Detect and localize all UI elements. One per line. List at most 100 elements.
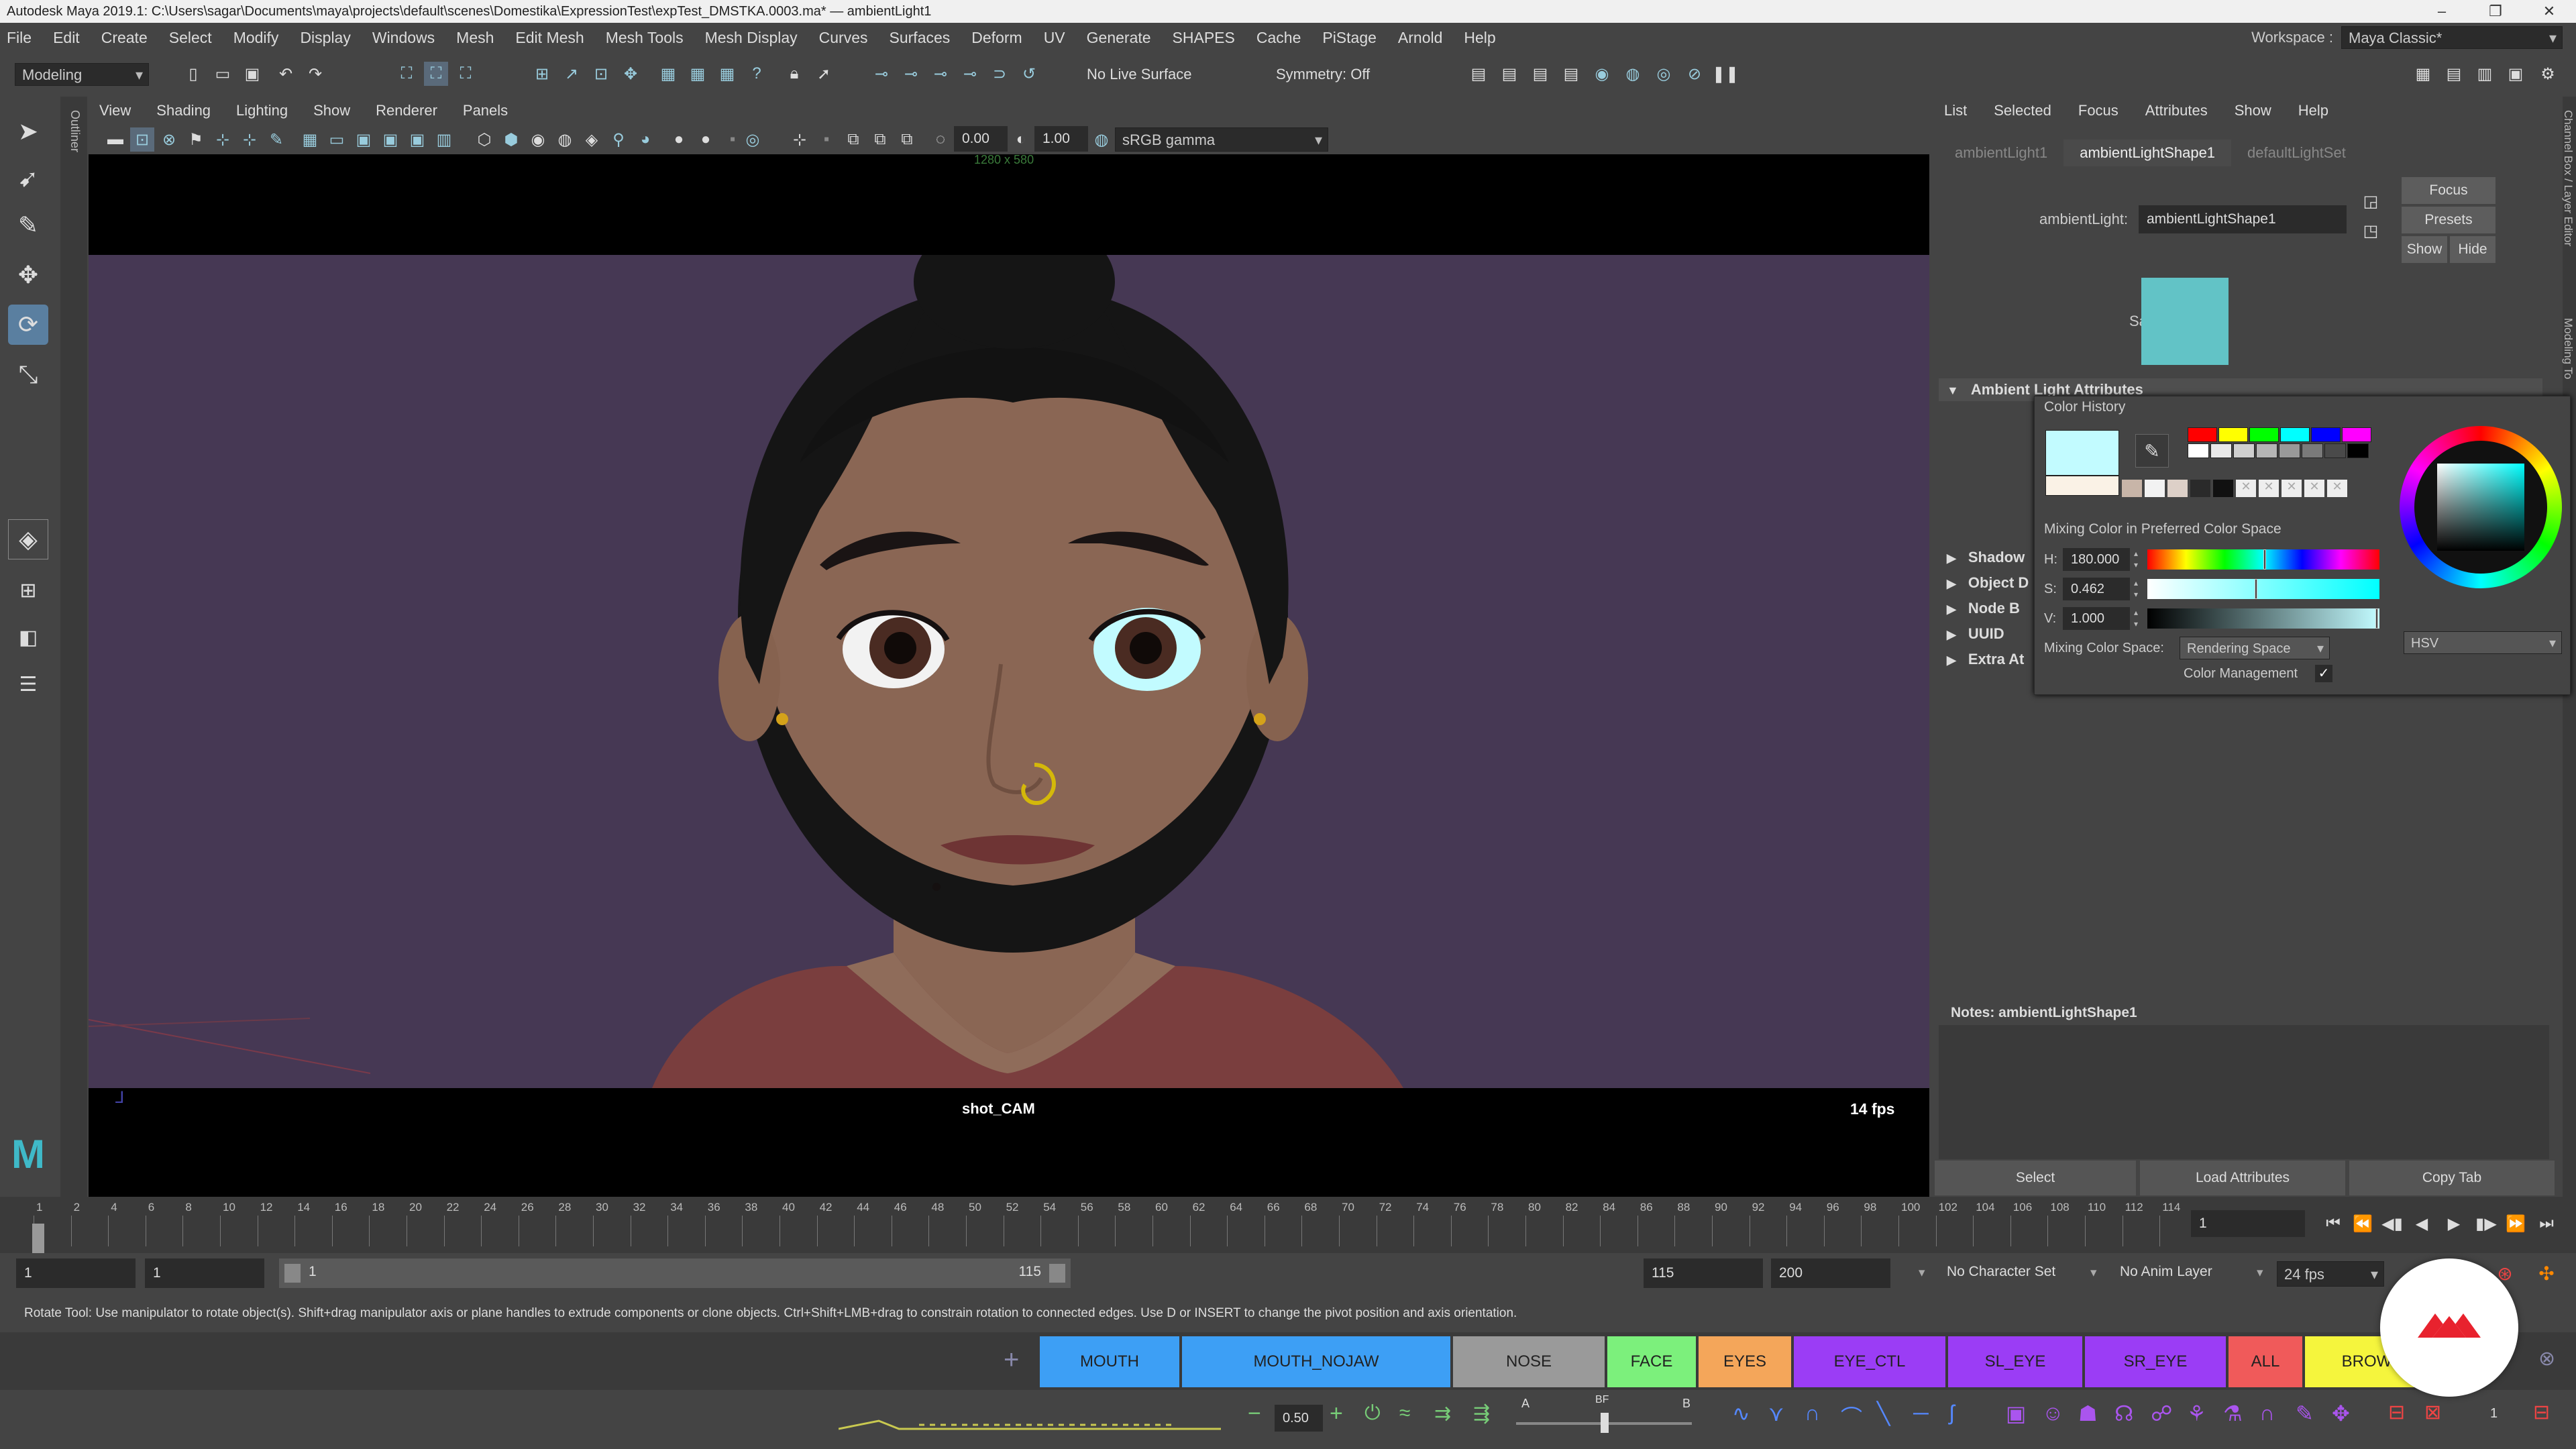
ambient-occlusion-icon[interactable]: ◕ [633,127,657,152]
play-backwards-icon[interactable]: ◀ [2410,1212,2434,1236]
rig-tool-icon-8[interactable]: ∩ [2259,1401,2275,1426]
rig-tool-icon-3[interactable]: ☗ [2078,1401,2098,1426]
history-swatch[interactable] [2190,480,2210,497]
layout-icon-1[interactable]: ▦ [2411,62,2435,86]
focus-output-icon[interactable]: ◳ [2359,219,2383,243]
render-view-icon[interactable]: ▤ [1497,62,1521,86]
scene-start-field[interactable]: 1 [16,1258,136,1288]
time-slider[interactable]: 1 2 4 6 8 10 12 14 16 18 20 22 24 26 28 30 32 34 36 38 40 42 4… [0,1197,2576,1253]
vp-menu-renderer[interactable]: Renderer [376,102,437,119]
vp-menu-panels[interactable]: Panels [463,102,508,119]
history-swatch[interactable] [2324,443,2346,458]
rig-tool-icon-4[interactable]: ☊ [2114,1401,2133,1426]
rig-tool-icon-6[interactable]: ⚘ [2187,1401,2206,1426]
vp-menu-lighting[interactable]: Lighting [236,102,288,119]
snap-vertex-icon[interactable]: ▦ [715,62,739,86]
symmetry-label[interactable]: Symmetry: Off [1276,66,1370,83]
curve-tool-icon-2[interactable]: ⋎ [1768,1401,1784,1426]
live-surface-label[interactable]: No Live Surface [1087,66,1192,83]
pick-icon[interactable]: ➚ [812,62,836,86]
plus-icon[interactable]: + [1330,1401,1343,1427]
resolution-gate-icon[interactable]: ▭ [325,127,349,152]
workspace-dropdown[interactable]: Maya Classic* [2341,26,2563,50]
hue-wheel[interactable] [2400,426,2562,588]
graph-curves-icon[interactable] [839,1407,1221,1434]
empty-swatch[interactable]: ✕ [2304,480,2324,497]
blend-slider[interactable] [1516,1413,1692,1433]
go-to-end-icon[interactable]: ⏭ [2534,1212,2559,1236]
menu-file[interactable]: File [7,29,32,47]
exposure-field[interactable]: 0.00 [954,126,1008,152]
history-swatch[interactable] [2210,443,2232,458]
safe-action-icon[interactable]: ▣ [405,127,429,152]
rig-tool-icon-10[interactable]: ✥ [2332,1401,2350,1426]
record-icon-1[interactable]: ⊟ [2388,1401,2405,1424]
s-field[interactable]: 0.462 [2063,578,2130,600]
current-time-marker[interactable] [32,1224,44,1253]
empty-swatch[interactable]: ✕ [2282,480,2302,497]
menu-modify[interactable]: Modify [233,29,279,47]
hide-button[interactable]: Hide [2450,236,2496,263]
shelf-button-face[interactable]: FACE [1607,1336,1696,1387]
select-component-icon[interactable]: ⛶ [453,62,478,86]
bake-icon[interactable]: ⇶ [1473,1402,1490,1426]
menu-display[interactable]: Display [300,29,350,47]
history-swatch[interactable] [2347,443,2369,458]
snap-point-icon[interactable]: ⊡ [589,62,613,86]
vp-menu-show[interactable]: Show [313,102,350,119]
channel-box-tab-label[interactable]: Channel Box / Layer Editor [2561,110,2575,246]
range-start-handle[interactable] [284,1264,301,1283]
menu-mesh[interactable]: Mesh [456,29,494,47]
curve-tool-icon-1[interactable]: ∿ [1732,1401,1750,1426]
menu-curves[interactable]: Curves [819,29,868,47]
step-back-key-icon[interactable]: ⏪ [2351,1212,2375,1236]
select-tool-icon[interactable]: ➤ [8,111,48,152]
arnold-render-icon[interactable]: ◎ [1652,62,1676,86]
play-forwards-icon[interactable]: ▶ [2442,1212,2466,1236]
history-swatch[interactable] [2302,443,2323,458]
move-tool-icon[interactable]: ✥ [8,255,48,295]
playback-end-field[interactable]: 115 [1644,1258,1763,1288]
history-swatch[interactable] [2188,443,2209,458]
menu-mesh-display[interactable]: Mesh Display [705,29,798,47]
record-icon-3[interactable]: ⊟ [2533,1401,2550,1424]
flatten-icon[interactable]: ⇉ [1434,1402,1451,1426]
curve-tool-icon-3[interactable]: ∩ [1805,1401,1820,1426]
undo-icon[interactable]: ↶ [274,62,298,86]
eyedropper-icon[interactable]: ✎ [2135,434,2169,468]
settings-icon[interactable]: ⚙ [2536,62,2560,86]
history-swatch[interactable] [2342,427,2371,442]
isolate-select-icon[interactable]: ◎ [741,127,765,152]
shelf-button-mouth-nojaw[interactable]: MOUTH_NOJAW [1182,1336,1450,1387]
menu-mesh-tools[interactable]: Mesh Tools [606,29,684,47]
history-swatch[interactable] [2233,443,2255,458]
magnet-icon[interactable]: ⊃ [987,62,1012,86]
xray-joints-icon[interactable]: ▪ [814,127,839,152]
menuset-dropdown[interactable]: Modeling [15,63,149,87]
history-swatch[interactable] [2213,480,2233,497]
history-swatch[interactable] [2249,427,2279,442]
vp-menu-view[interactable]: View [99,102,131,119]
open-scene-icon[interactable]: ▭ [211,62,235,86]
history-icon[interactable]: ⊸ [869,62,894,86]
menu-cache[interactable]: Cache [1256,29,1301,47]
color-management-checkbox[interactable]: ✓ [2315,665,2332,682]
select-object-icon[interactable]: ⛶ [424,62,448,86]
record-icon-2[interactable]: ⊠ [2424,1401,2441,1424]
range-end-handle[interactable] [1049,1264,1065,1283]
power-icon[interactable]: ⏻ [1364,1402,1381,1425]
outliner-layout-icon[interactable]: ☰ [8,664,48,704]
load-attributes-button[interactable]: Load Attributes [2140,1161,2345,1195]
history-swatch[interactable] [2280,427,2310,442]
use-all-lights-icon[interactable]: ◈ [580,127,604,152]
playback-start-field[interactable]: 1 [145,1258,264,1288]
snap-view-icon[interactable]: ✥ [619,62,643,86]
shadows-icon[interactable]: ⚲ [606,127,631,152]
anti-aliasing-icon[interactable]: ● [694,127,718,152]
snap-help-icon[interactable]: ? [745,62,769,86]
curve-tool-icon-5[interactable]: ╲ [1877,1401,1890,1426]
rig-tool-icon-1[interactable]: ▣ [2006,1401,2026,1426]
gamma-icon[interactable]: ◐ [1009,127,1033,152]
character-set-label[interactable]: No Character Set [1947,1264,2055,1280]
go-to-start-icon[interactable]: ⏮ [2321,1212,2345,1236]
